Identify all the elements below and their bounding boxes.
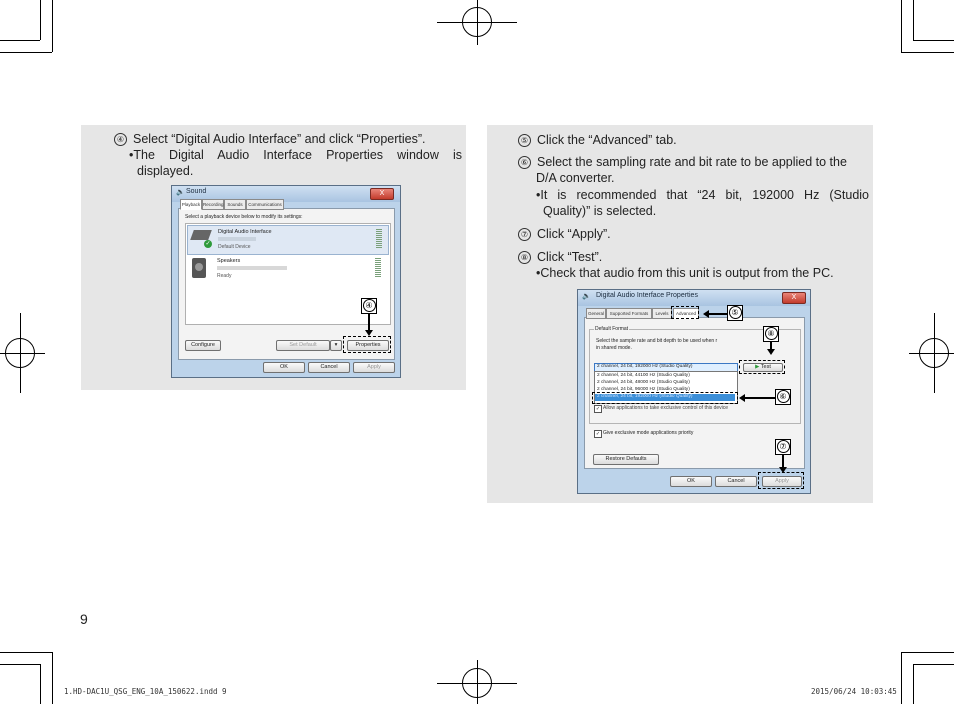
exclusive-control-label: Allow applications to take exclusive con… (603, 405, 729, 411)
callout-arrowhead (767, 349, 775, 355)
tab-general[interactable]: General (586, 308, 606, 319)
bullet-line: •Check that audio from this unit is outp… (536, 266, 834, 280)
step-text: Select “Digital Audio Interface” and cli… (133, 132, 426, 146)
restore-defaults-button[interactable]: Restore Defaults (593, 454, 659, 465)
device-row-digital-audio[interactable]: ✓ Digital Audio Interface Default Device (187, 225, 389, 255)
format-option[interactable]: 2 channel, 24 bit, 44100 Hz (Studio Qual… (597, 373, 690, 378)
format-option[interactable]: 2 channel, 24 bit, 48000 Hz (Studio Qual… (597, 380, 690, 385)
device-status: Default Device (218, 244, 251, 250)
tab-levels[interactable]: Levels (652, 308, 672, 319)
blurred-device-subtitle (218, 237, 256, 241)
group-label: Default Format (594, 326, 630, 332)
level-meter-icon (375, 258, 381, 278)
bullet-line: displayed. (137, 164, 194, 178)
ok-button[interactable]: OK (263, 362, 305, 373)
device-name: Digital Audio Interface (218, 229, 272, 235)
device-status: Ready (217, 273, 232, 279)
callout-8: ⑧ (763, 326, 779, 342)
sound-dialog: 🔈 Sound X Playback Recording Sounds Comm… (171, 185, 401, 378)
callout-arrowhead (365, 330, 373, 336)
speaker-icon: 🔈 (176, 189, 185, 196)
step-number: ⑥ (518, 156, 531, 169)
bullet-line: Quality)” is selected. (543, 204, 657, 218)
bullet-line: •It is recommended that “24 bit, 192000 … (536, 188, 869, 202)
callout-4: ④ (361, 298, 377, 314)
blurred-device-subtitle (217, 266, 287, 270)
device-icon (190, 230, 212, 240)
step-number: ⑧ (518, 251, 531, 264)
title-bar: 🔈 Digital Audio Interface Properties X (578, 290, 810, 306)
callout-arrow (745, 397, 775, 399)
step-text: Click the “Advanced” tab. (537, 133, 677, 147)
device-name: Speakers (217, 258, 241, 264)
speaker-device-icon (192, 258, 206, 278)
step-number: ⑦ (518, 228, 531, 241)
close-button[interactable]: X (782, 292, 806, 304)
exclusive-priority-checkbox[interactable]: ✓ (594, 430, 602, 438)
footer-filename: 1.HD-DAC1U_QSG_ENG_10A_150622.indd 9 (64, 687, 227, 696)
configure-button[interactable]: Configure (185, 340, 221, 351)
step-8: ⑧ Click “Test”. (518, 249, 602, 265)
cancel-button[interactable]: Cancel (308, 362, 350, 373)
bullet-line: •The Digital Audio Interface Properties … (129, 148, 462, 162)
format-highlight (592, 392, 738, 404)
default-check-icon: ✓ (204, 240, 212, 248)
format-description: Select the sample rate and bit depth to … (596, 338, 718, 344)
ok-button[interactable]: OK (670, 476, 712, 487)
callout-6: ⑥ (775, 389, 791, 405)
callout-arrow (709, 313, 727, 315)
left-instruction-panel: ④ Select “Digital Audio Interface” and cl… (81, 125, 466, 390)
tab-communications[interactable]: Communications (246, 199, 284, 210)
format-description: in shared mode. (596, 345, 632, 351)
dialog-title: Digital Audio Interface Properties (596, 292, 698, 299)
apply-button[interactable]: Apply (353, 362, 395, 373)
speaker-icon: 🔈 (582, 293, 591, 300)
footer-timestamp: 2015/06/24 10:03:45 (811, 687, 897, 696)
step-number: ④ (114, 133, 127, 146)
page-number: 9 (80, 611, 88, 627)
exclusive-control-checkbox[interactable]: ✓ (594, 405, 602, 413)
step-text-continued: D/A converter. (536, 171, 615, 185)
close-button[interactable]: X (370, 188, 394, 200)
tab-recording[interactable]: Recording (202, 199, 224, 210)
step-text: Click “Test”. (537, 250, 603, 264)
exclusive-priority-label: Give exclusive mode applications priorit… (603, 430, 694, 436)
step-5: ⑤ Click the “Advanced” tab. (518, 132, 677, 148)
device-row-speakers[interactable]: Speakers Ready (187, 255, 387, 283)
tab-supported-formats[interactable]: Supported Formats (606, 308, 652, 319)
instruction-text: Select a playback device below to modify… (185, 214, 303, 220)
dialog-title: Sound (186, 188, 207, 195)
advanced-tab-highlight (671, 306, 699, 319)
properties-highlight (343, 336, 391, 353)
set-default-button[interactable]: Set Default (276, 340, 330, 351)
step-4: ④ Select “Digital Audio Interface” and cl… (114, 131, 464, 147)
cancel-button[interactable]: Cancel (715, 476, 757, 487)
step-text: Click “Apply”. (537, 227, 611, 241)
step-text: Select the sampling rate and bit rate to… (537, 155, 847, 169)
step-number: ⑤ (518, 134, 531, 147)
step-7: ⑦ Click “Apply”. (518, 226, 611, 242)
dialog-body: Playback Recording Sounds Communications… (178, 199, 395, 360)
set-default-dropdown[interactable]: ▾ (330, 340, 342, 351)
step-6: ⑥ Select the sampling rate and bit rate t… (518, 154, 868, 170)
callout-5: ⑤ (727, 305, 743, 321)
callout-7: ⑦ (775, 439, 791, 455)
selected-format: 2 channel, 24 bit, 192000 Hz (Studio Qua… (597, 364, 693, 369)
callout-arrowhead (779, 467, 787, 473)
apply-highlight (758, 472, 804, 489)
tab-sounds[interactable]: Sounds (224, 199, 246, 210)
callout-arrowhead (703, 310, 709, 318)
test-highlight (739, 360, 785, 374)
level-meter-icon (376, 229, 382, 249)
tab-playback[interactable]: Playback (180, 199, 202, 210)
callout-arrowhead (739, 394, 745, 402)
right-instruction-panel: ⑤ Click the “Advanced” tab. ⑥ Select the s… (487, 125, 873, 503)
